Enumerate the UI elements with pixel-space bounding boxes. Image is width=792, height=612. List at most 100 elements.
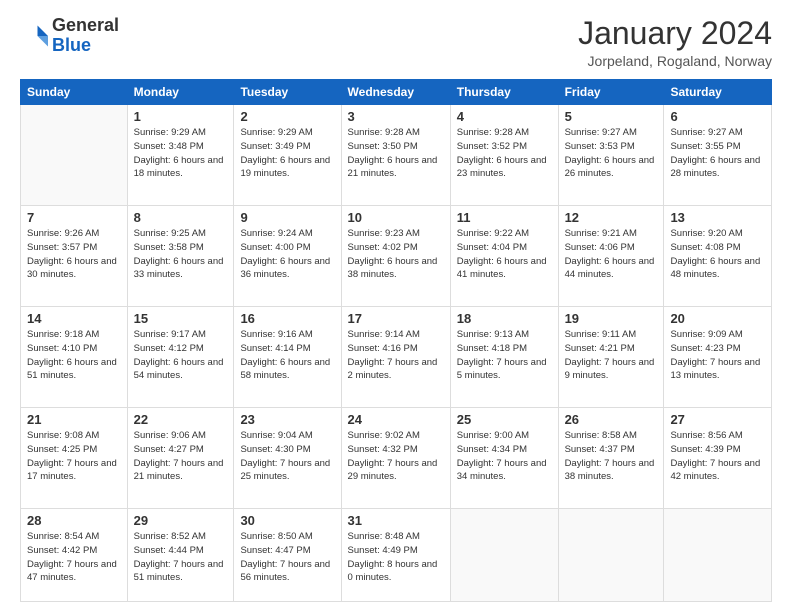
month-title: January 2024 xyxy=(578,16,772,51)
table-row: 15 Sunrise: 9:17 AM Sunset: 4:12 PM Dayl… xyxy=(127,307,234,408)
col-sunday: Sunday xyxy=(21,80,128,105)
day-info: Sunrise: 9:25 AM Sunset: 3:58 PM Dayligh… xyxy=(134,227,228,282)
day-info: Sunrise: 9:21 AM Sunset: 4:06 PM Dayligh… xyxy=(565,227,658,282)
table-row: 20 Sunrise: 9:09 AM Sunset: 4:23 PM Dayl… xyxy=(664,307,772,408)
table-row: 8 Sunrise: 9:25 AM Sunset: 3:58 PM Dayli… xyxy=(127,206,234,307)
day-info: Sunrise: 9:26 AM Sunset: 3:57 PM Dayligh… xyxy=(27,227,121,282)
day-info: Sunrise: 8:50 AM Sunset: 4:47 PM Dayligh… xyxy=(240,530,334,585)
table-row: 10 Sunrise: 9:23 AM Sunset: 4:02 PM Dayl… xyxy=(341,206,450,307)
day-info: Sunrise: 9:04 AM Sunset: 4:30 PM Dayligh… xyxy=(240,429,334,484)
day-info: Sunrise: 9:23 AM Sunset: 4:02 PM Dayligh… xyxy=(348,227,444,282)
day-info: Sunrise: 9:28 AM Sunset: 3:50 PM Dayligh… xyxy=(348,126,444,181)
day-info: Sunrise: 9:14 AM Sunset: 4:16 PM Dayligh… xyxy=(348,328,444,383)
day-number: 18 xyxy=(457,311,552,326)
logo-blue: Blue xyxy=(52,35,91,55)
table-row xyxy=(558,509,664,602)
logo: General Blue xyxy=(20,16,119,56)
day-number: 25 xyxy=(457,412,552,427)
table-row: 24 Sunrise: 9:02 AM Sunset: 4:32 PM Dayl… xyxy=(341,408,450,509)
table-row: 14 Sunrise: 9:18 AM Sunset: 4:10 PM Dayl… xyxy=(21,307,128,408)
day-number: 16 xyxy=(240,311,334,326)
day-number: 28 xyxy=(27,513,121,528)
day-number: 13 xyxy=(670,210,765,225)
day-info: Sunrise: 9:29 AM Sunset: 3:49 PM Dayligh… xyxy=(240,126,334,181)
table-row: 28 Sunrise: 8:54 AM Sunset: 4:42 PM Dayl… xyxy=(21,509,128,602)
day-number: 24 xyxy=(348,412,444,427)
day-number: 6 xyxy=(670,109,765,124)
header: General Blue January 2024 Jorpeland, Rog… xyxy=(20,16,772,69)
table-row: 25 Sunrise: 9:00 AM Sunset: 4:34 PM Dayl… xyxy=(450,408,558,509)
table-row: 5 Sunrise: 9:27 AM Sunset: 3:53 PM Dayli… xyxy=(558,105,664,206)
col-thursday: Thursday xyxy=(450,80,558,105)
table-row: 2 Sunrise: 9:29 AM Sunset: 3:49 PM Dayli… xyxy=(234,105,341,206)
col-monday: Monday xyxy=(127,80,234,105)
day-number: 30 xyxy=(240,513,334,528)
table-row xyxy=(450,509,558,602)
table-row: 3 Sunrise: 9:28 AM Sunset: 3:50 PM Dayli… xyxy=(341,105,450,206)
day-number: 1 xyxy=(134,109,228,124)
day-number: 20 xyxy=(670,311,765,326)
day-number: 31 xyxy=(348,513,444,528)
table-row: 1 Sunrise: 9:29 AM Sunset: 3:48 PM Dayli… xyxy=(127,105,234,206)
day-info: Sunrise: 9:08 AM Sunset: 4:25 PM Dayligh… xyxy=(27,429,121,484)
day-info: Sunrise: 8:56 AM Sunset: 4:39 PM Dayligh… xyxy=(670,429,765,484)
col-wednesday: Wednesday xyxy=(341,80,450,105)
day-info: Sunrise: 9:22 AM Sunset: 4:04 PM Dayligh… xyxy=(457,227,552,282)
day-number: 7 xyxy=(27,210,121,225)
day-info: Sunrise: 9:16 AM Sunset: 4:14 PM Dayligh… xyxy=(240,328,334,383)
table-row: 4 Sunrise: 9:28 AM Sunset: 3:52 PM Dayli… xyxy=(450,105,558,206)
table-row: 17 Sunrise: 9:14 AM Sunset: 4:16 PM Dayl… xyxy=(341,307,450,408)
col-friday: Friday xyxy=(558,80,664,105)
day-number: 10 xyxy=(348,210,444,225)
table-row: 9 Sunrise: 9:24 AM Sunset: 4:00 PM Dayli… xyxy=(234,206,341,307)
col-saturday: Saturday xyxy=(664,80,772,105)
table-row: 6 Sunrise: 9:27 AM Sunset: 3:55 PM Dayli… xyxy=(664,105,772,206)
day-number: 27 xyxy=(670,412,765,427)
table-row: 18 Sunrise: 9:13 AM Sunset: 4:18 PM Dayl… xyxy=(450,307,558,408)
day-number: 9 xyxy=(240,210,334,225)
table-row: 23 Sunrise: 9:04 AM Sunset: 4:30 PM Dayl… xyxy=(234,408,341,509)
day-info: Sunrise: 9:28 AM Sunset: 3:52 PM Dayligh… xyxy=(457,126,552,181)
table-row xyxy=(21,105,128,206)
day-info: Sunrise: 8:48 AM Sunset: 4:49 PM Dayligh… xyxy=(348,530,444,585)
day-number: 8 xyxy=(134,210,228,225)
page: General Blue January 2024 Jorpeland, Rog… xyxy=(0,0,792,612)
day-number: 11 xyxy=(457,210,552,225)
day-number: 26 xyxy=(565,412,658,427)
table-row: 13 Sunrise: 9:20 AM Sunset: 4:08 PM Dayl… xyxy=(664,206,772,307)
day-number: 15 xyxy=(134,311,228,326)
calendar-header-row: Sunday Monday Tuesday Wednesday Thursday… xyxy=(21,80,772,105)
day-info: Sunrise: 9:18 AM Sunset: 4:10 PM Dayligh… xyxy=(27,328,121,383)
logo-icon xyxy=(20,22,48,50)
table-row: 7 Sunrise: 9:26 AM Sunset: 3:57 PM Dayli… xyxy=(21,206,128,307)
day-info: Sunrise: 9:06 AM Sunset: 4:27 PM Dayligh… xyxy=(134,429,228,484)
day-info: Sunrise: 9:02 AM Sunset: 4:32 PM Dayligh… xyxy=(348,429,444,484)
day-info: Sunrise: 9:17 AM Sunset: 4:12 PM Dayligh… xyxy=(134,328,228,383)
day-number: 5 xyxy=(565,109,658,124)
title-block: January 2024 Jorpeland, Rogaland, Norway xyxy=(578,16,772,69)
day-info: Sunrise: 9:13 AM Sunset: 4:18 PM Dayligh… xyxy=(457,328,552,383)
day-number: 17 xyxy=(348,311,444,326)
day-info: Sunrise: 9:29 AM Sunset: 3:48 PM Dayligh… xyxy=(134,126,228,181)
logo-text: General Blue xyxy=(52,16,119,56)
logo-general: General xyxy=(52,15,119,35)
table-row: 30 Sunrise: 8:50 AM Sunset: 4:47 PM Dayl… xyxy=(234,509,341,602)
day-info: Sunrise: 9:20 AM Sunset: 4:08 PM Dayligh… xyxy=(670,227,765,282)
day-number: 3 xyxy=(348,109,444,124)
table-row: 27 Sunrise: 8:56 AM Sunset: 4:39 PM Dayl… xyxy=(664,408,772,509)
day-info: Sunrise: 9:09 AM Sunset: 4:23 PM Dayligh… xyxy=(670,328,765,383)
day-info: Sunrise: 8:52 AM Sunset: 4:44 PM Dayligh… xyxy=(134,530,228,585)
col-tuesday: Tuesday xyxy=(234,80,341,105)
day-number: 2 xyxy=(240,109,334,124)
day-number: 19 xyxy=(565,311,658,326)
calendar-table: Sunday Monday Tuesday Wednesday Thursday… xyxy=(20,79,772,602)
day-number: 29 xyxy=(134,513,228,528)
day-info: Sunrise: 9:27 AM Sunset: 3:55 PM Dayligh… xyxy=(670,126,765,181)
day-info: Sunrise: 8:58 AM Sunset: 4:37 PM Dayligh… xyxy=(565,429,658,484)
table-row: 22 Sunrise: 9:06 AM Sunset: 4:27 PM Dayl… xyxy=(127,408,234,509)
day-info: Sunrise: 8:54 AM Sunset: 4:42 PM Dayligh… xyxy=(27,530,121,585)
day-info: Sunrise: 9:24 AM Sunset: 4:00 PM Dayligh… xyxy=(240,227,334,282)
table-row: 11 Sunrise: 9:22 AM Sunset: 4:04 PM Dayl… xyxy=(450,206,558,307)
day-number: 21 xyxy=(27,412,121,427)
day-number: 4 xyxy=(457,109,552,124)
